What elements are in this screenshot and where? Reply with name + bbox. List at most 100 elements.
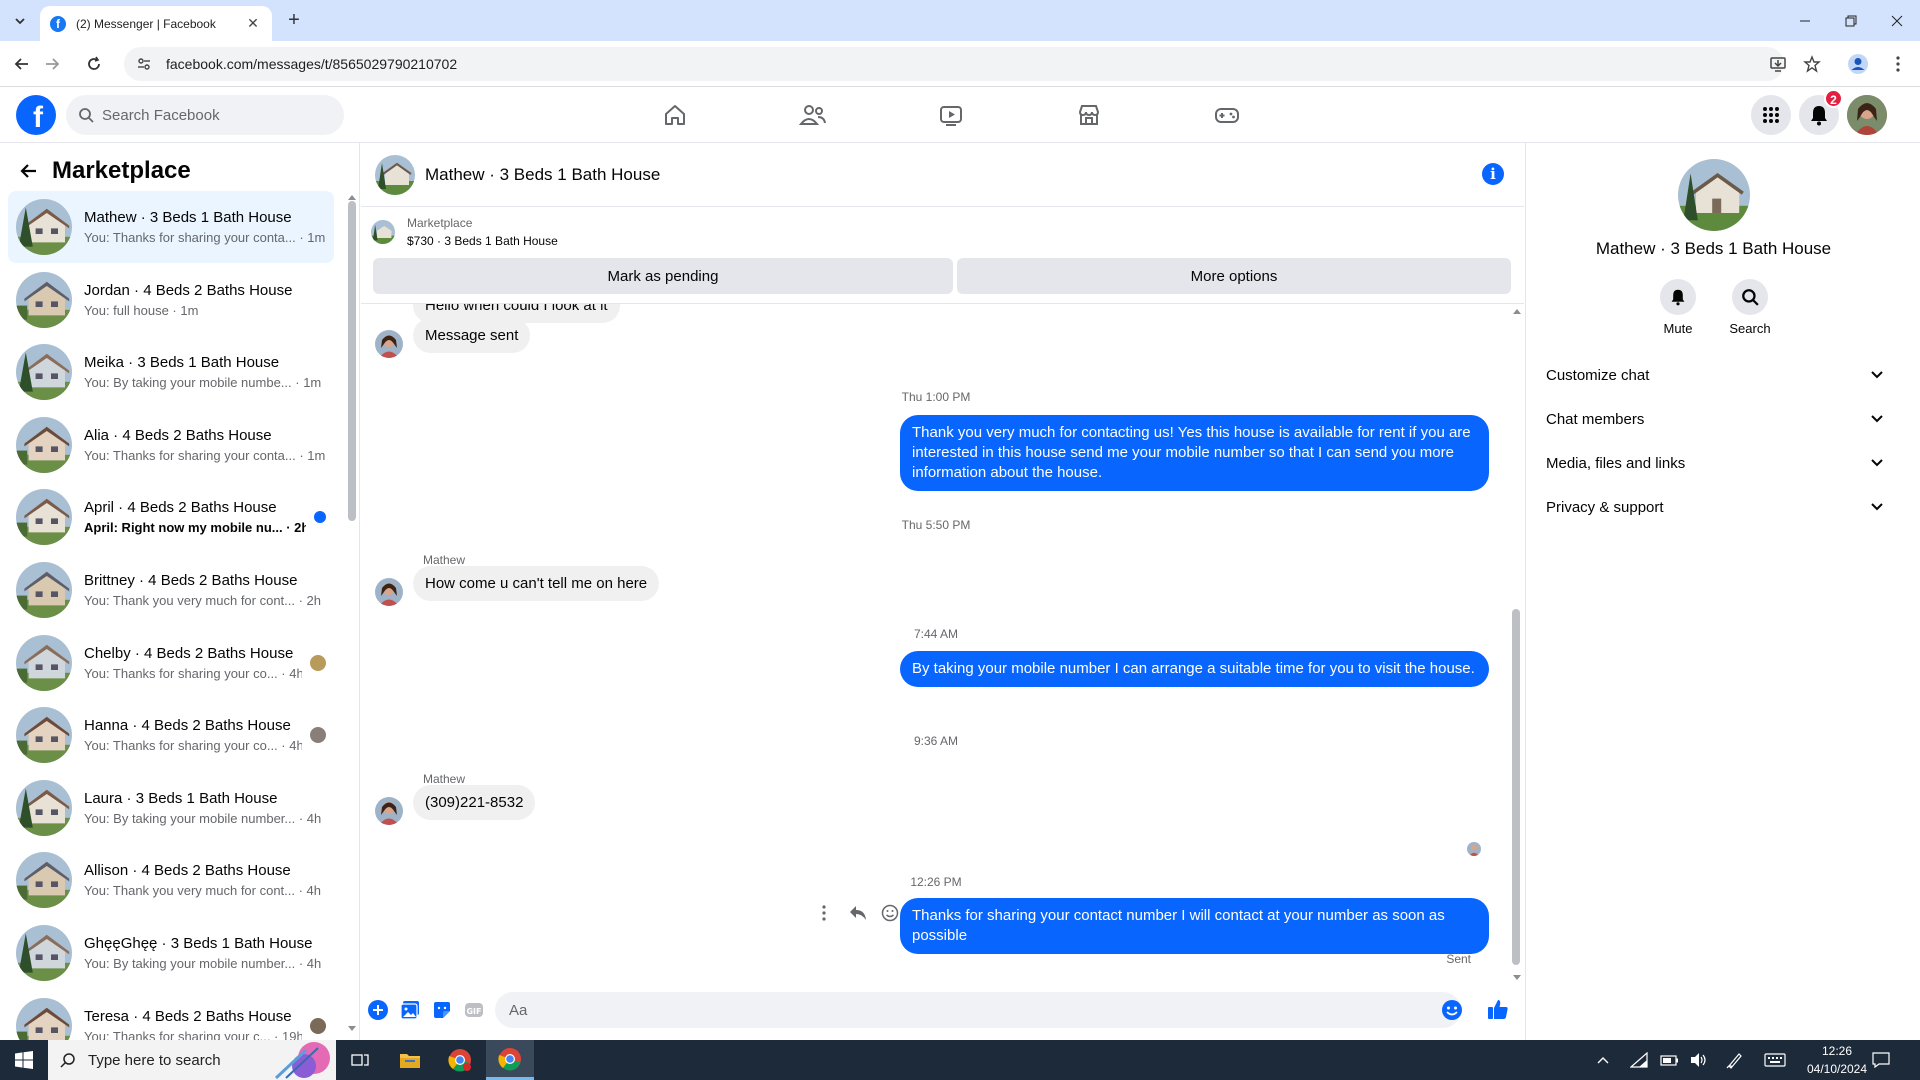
tray-chevron-up-icon[interactable] bbox=[1596, 1040, 1610, 1080]
new-tab-button[interactable]: + bbox=[282, 9, 306, 33]
chat-scrollbar[interactable] bbox=[1511, 309, 1521, 980]
account-avatar[interactable] bbox=[1847, 95, 1887, 135]
facebook-logo-icon[interactable]: f bbox=[16, 95, 56, 135]
conversation-row[interactable]: Allison · 4 Beds 2 Baths House You: Thank… bbox=[8, 844, 334, 916]
search-in-conversation-button[interactable]: Search bbox=[1720, 279, 1780, 336]
chrome-active-icon[interactable] bbox=[486, 1040, 534, 1080]
conversation-row[interactable]: April · 4 Beds 2 Baths House April: Right… bbox=[8, 481, 334, 553]
tab-search-icon[interactable] bbox=[8, 9, 32, 33]
incoming-message[interactable]: (309)221-8532 bbox=[413, 785, 536, 820]
more-icon[interactable] bbox=[821, 904, 827, 922]
seen-avatar bbox=[310, 1017, 326, 1034]
message-hover-actions bbox=[821, 904, 899, 922]
plus-icon[interactable] bbox=[367, 999, 389, 1021]
conversation-avatar bbox=[16, 925, 72, 981]
chat-header: Mathew · 3 Beds 1 Bath House i bbox=[361, 143, 1524, 207]
message-input[interactable] bbox=[509, 1001, 1409, 1019]
outgoing-message[interactable]: Thanks for sharing your contact number I… bbox=[900, 898, 1489, 954]
forward-arrow-icon[interactable] bbox=[40, 52, 64, 76]
incoming-message[interactable]: Message sent bbox=[413, 318, 531, 353]
chat-avatar[interactable] bbox=[375, 154, 415, 195]
chevron-down-icon bbox=[1871, 371, 1883, 379]
thumbs-up-icon[interactable] bbox=[1487, 998, 1509, 1020]
outgoing-message[interactable]: By taking your mobile number I can arran… bbox=[900, 651, 1489, 687]
restore-button[interactable] bbox=[1828, 0, 1874, 41]
home-icon[interactable] bbox=[620, 95, 730, 135]
gaming-icon[interactable] bbox=[1172, 95, 1282, 135]
friends-icon[interactable] bbox=[758, 95, 868, 135]
task-view-icon[interactable] bbox=[336, 1040, 384, 1080]
conversation-row[interactable]: Chelby · 4 Beds 2 Baths House You: Thanks… bbox=[8, 627, 334, 699]
conversation-row[interactable]: GhęęGhęę · 3 Beds 1 Bath House You: By ta… bbox=[8, 917, 334, 989]
pen-icon[interactable] bbox=[1726, 1040, 1744, 1080]
profile-icon[interactable] bbox=[1846, 52, 1870, 76]
keyboard-icon[interactable] bbox=[1764, 1040, 1786, 1080]
network-icon[interactable] bbox=[1630, 1040, 1648, 1080]
menu-grid-button[interactable] bbox=[1751, 95, 1791, 135]
minimize-button[interactable] bbox=[1782, 0, 1828, 41]
reply-icon[interactable] bbox=[849, 905, 867, 921]
conversation-row[interactable]: Brittney · 4 Beds 2 Baths House You: Than… bbox=[8, 554, 334, 626]
info-icon[interactable]: i bbox=[1482, 163, 1504, 185]
gif-icon[interactable]: GIF bbox=[463, 999, 485, 1021]
taskbar-search-placeholder: Type here to search bbox=[88, 1051, 221, 1069]
file-explorer-icon[interactable] bbox=[386, 1040, 434, 1080]
incoming-message[interactable]: How come u can't tell me on here bbox=[413, 566, 660, 601]
conversation-avatar[interactable] bbox=[1678, 159, 1750, 231]
facebook-search[interactable] bbox=[66, 95, 344, 135]
photo-icon[interactable] bbox=[399, 999, 421, 1021]
close-window-button[interactable] bbox=[1874, 0, 1920, 41]
url-text: facebook.com/messages/t/8565029790210702 bbox=[166, 56, 458, 72]
windows-start-icon[interactable] bbox=[0, 1040, 48, 1080]
marketplace-icon[interactable] bbox=[1034, 95, 1144, 135]
mute-button[interactable]: Mute bbox=[1648, 279, 1708, 336]
back-arrow-icon[interactable] bbox=[10, 52, 34, 76]
battery-icon[interactable] bbox=[1660, 1040, 1680, 1080]
chat-members-section[interactable]: Chat members bbox=[1538, 397, 1894, 441]
media-files-links-section[interactable]: Media, files and links bbox=[1538, 441, 1894, 485]
sidebar-scrollbar[interactable] bbox=[346, 193, 356, 1033]
conversation-row[interactable]: Teresa · 4 Beds 2 Baths House You: Thanks… bbox=[8, 990, 334, 1040]
system-clock[interactable]: 12:26 04/10/2024 bbox=[1802, 1042, 1872, 1078]
sticker-icon[interactable] bbox=[431, 999, 453, 1021]
notifications-button[interactable]: 2 bbox=[1799, 89, 1843, 135]
close-tab-icon[interactable]: ✕ bbox=[244, 15, 262, 32]
url-field[interactable]: facebook.com/messages/t/8565029790210702 bbox=[124, 47, 1784, 81]
conversation-row[interactable]: Hanna · 4 Beds 2 Baths House You: Thanks … bbox=[8, 699, 334, 771]
more-options-button[interactable]: More options bbox=[957, 258, 1511, 294]
site-settings-icon[interactable] bbox=[136, 56, 152, 72]
install-app-icon[interactable] bbox=[1766, 52, 1790, 76]
marketplace-listing[interactable]: Marketplace $730 · 3 Beds 1 Bath House bbox=[371, 216, 558, 248]
browser-tab[interactable]: f (2) Messenger | Facebook ✕ bbox=[40, 6, 272, 41]
conversation-avatar bbox=[16, 852, 72, 909]
conversation-row[interactable]: Alia · 4 Beds 2 Baths House You: Thanks f… bbox=[8, 409, 334, 481]
chat-title[interactable]: Mathew · 3 Beds 1 Bath House bbox=[425, 165, 660, 185]
browser-menu-icon[interactable] bbox=[1886, 52, 1910, 76]
outgoing-message[interactable]: Thank you very much for contacting us! Y… bbox=[900, 415, 1489, 491]
conversation-text: Hanna · 4 Beds 2 Baths House You: Thanks … bbox=[84, 717, 302, 753]
conversation-row[interactable]: Laura · 3 Beds 1 Bath House You: By takin… bbox=[8, 772, 334, 844]
chrome-icon[interactable] bbox=[436, 1040, 484, 1080]
taskbar-search[interactable]: Type here to search bbox=[48, 1040, 336, 1080]
react-icon[interactable] bbox=[881, 904, 899, 922]
chevron-down-icon bbox=[1871, 459, 1883, 467]
video-icon[interactable] bbox=[896, 95, 1006, 135]
conversation-avatar bbox=[16, 416, 72, 473]
conversation-row[interactable]: Jordan · 4 Beds 2 Baths House You: full h… bbox=[8, 264, 334, 336]
facebook-search-input[interactable] bbox=[102, 106, 302, 124]
privacy-support-section[interactable]: Privacy & support bbox=[1538, 485, 1894, 529]
conversation-name: GhęęGhęę · 3 Beds 1 Bath House bbox=[84, 935, 313, 952]
conversation-row[interactable]: Mathew · 3 Beds 1 Bath House You: Thanks … bbox=[8, 191, 334, 263]
conversation-text: Mathew · 3 Beds 1 Bath House You: Thanks … bbox=[84, 209, 326, 245]
bookmark-star-icon[interactable] bbox=[1800, 52, 1824, 76]
conversation-row[interactable]: Meika · 3 Beds 1 Bath House You: By takin… bbox=[8, 336, 334, 408]
emoji-icon[interactable] bbox=[1441, 999, 1463, 1021]
notification-center-icon[interactable] bbox=[1872, 1040, 1890, 1080]
message-input-field[interactable] bbox=[495, 992, 1461, 1028]
customize-chat-section[interactable]: Customize chat bbox=[1538, 353, 1894, 397]
chat-panel: Mathew · 3 Beds 1 Bath House i Marketpla… bbox=[361, 143, 1524, 1040]
mark-as-pending-button[interactable]: Mark as pending bbox=[373, 258, 953, 294]
back-arrow-icon[interactable] bbox=[20, 162, 38, 180]
reload-icon[interactable] bbox=[82, 52, 106, 76]
volume-icon[interactable] bbox=[1690, 1040, 1708, 1080]
